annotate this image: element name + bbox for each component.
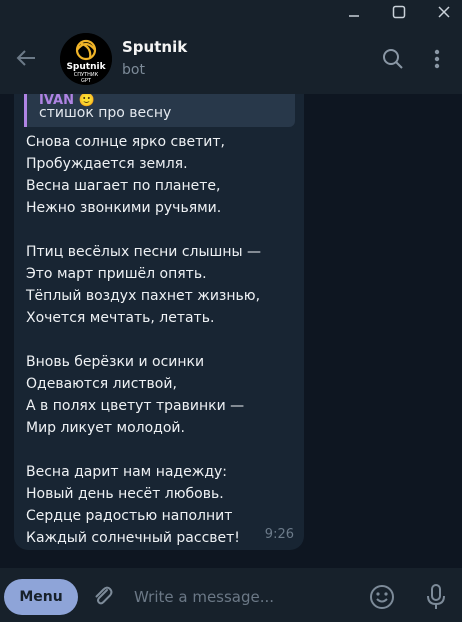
- reply-text: стишок про весну: [39, 105, 172, 121]
- microphone-icon[interactable]: [420, 581, 452, 613]
- attach-icon[interactable]: [88, 581, 118, 611]
- search-icon[interactable]: [378, 44, 408, 74]
- avatar[interactable]: Sputnik СПУТНИК GPT: [60, 33, 112, 85]
- close-icon[interactable]: [429, 0, 459, 24]
- back-arrow-icon[interactable]: [10, 42, 42, 74]
- message-text: Снова солнце ярко светит, Пробуждается з…: [26, 134, 262, 546]
- maximize-icon[interactable]: [384, 0, 414, 24]
- message-input[interactable]: [132, 582, 356, 612]
- menu-button[interactable]: Menu: [4, 579, 78, 615]
- avatar-logo-line1: Sputnik: [66, 62, 106, 72]
- chat-header: Sputnik СПУТНИК GPT Sputnik bot: [0, 24, 462, 94]
- avatar-logo-line3: GPT: [81, 78, 92, 84]
- composer: Menu: [0, 568, 462, 622]
- chat-area: IVAN 🙂 стишок про весну Снова солнце ярк…: [0, 94, 462, 568]
- chat-name[interactable]: Sputnik: [122, 38, 187, 56]
- more-vertical-icon[interactable]: [422, 44, 452, 74]
- message-time: 9:26: [264, 527, 294, 542]
- message-bubble[interactable]: IVAN 🙂 стишок про весну Снова солнце ярк…: [14, 94, 304, 550]
- chat-status: bot: [122, 62, 145, 78]
- minimize-icon[interactable]: [339, 0, 369, 24]
- reply-quote[interactable]: IVAN 🙂 стишок про весну: [24, 94, 295, 127]
- window-titlebar: [0, 0, 462, 24]
- emoji-icon[interactable]: [366, 581, 398, 613]
